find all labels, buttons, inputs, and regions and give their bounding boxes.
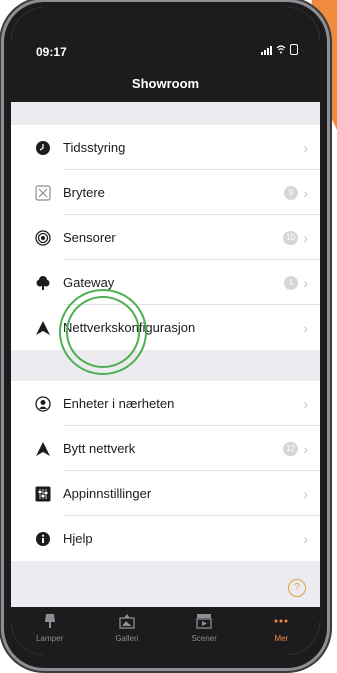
tab-mer[interactable]: Mer — [243, 607, 320, 655]
menu-item-gateway[interactable]: Gateway 1 › — [11, 260, 320, 305]
battery-icon — [290, 44, 298, 55]
menu-item-sensorer[interactable]: Sensorer 10 › — [11, 215, 320, 260]
tab-bar: Lamper Galleri Scener Mer — [11, 607, 320, 655]
gateway-icon — [35, 275, 51, 291]
menu-item-label: Bytt nettverk — [63, 441, 136, 456]
sensor-icon — [35, 229, 51, 246]
menu-item-label: Nettverkskonfigurasjon — [63, 320, 196, 335]
gallery-icon — [119, 613, 135, 629]
app-settings-icon — [35, 486, 51, 502]
menu-item-label: Appinnstillinger — [63, 486, 152, 501]
wifi-icon — [276, 45, 286, 55]
page-title: Showroom — [131, 76, 200, 91]
network-icon — [35, 441, 51, 457]
network-icon — [35, 320, 51, 336]
count-badge: 1 — [284, 275, 298, 290]
menu-item-label: Sensorer — [63, 230, 116, 245]
count-badge: 10 — [283, 230, 298, 245]
chevron-right-icon: › — [303, 184, 308, 201]
nearby-devices-icon — [35, 395, 51, 412]
chevron-right-icon: › — [303, 319, 308, 336]
menu-item-enheter-i-naerheten[interactable]: Enheter i nærheten › — [11, 381, 320, 426]
nav-bar: 09:17 Showroom — [11, 7, 320, 102]
menu-item-label: Hjelp — [63, 531, 93, 546]
menu-item-label: Tidsstyring — [63, 140, 126, 155]
tab-galleri[interactable]: Galleri — [88, 607, 165, 655]
settings-group-1: Tidsstyring › Brytere 9 › Sensorer 10 › — [11, 125, 320, 350]
menu-item-appinnstillinger[interactable]: Appinnstillinger › — [11, 471, 320, 516]
app-screen: 09:17 Showroom Tidsstyring › Brytere 9 ›… — [11, 7, 320, 655]
menu-item-bytt-nettverk[interactable]: Bytt nettverk 12 › — [11, 426, 320, 471]
help-icon[interactable]: ? — [288, 579, 306, 597]
switch-icon — [35, 184, 51, 201]
menu-item-hjelp[interactable]: Hjelp › — [11, 516, 320, 561]
tab-lamper[interactable]: Lamper — [11, 607, 88, 655]
section-spacer — [11, 350, 320, 381]
tab-label: Galleri — [115, 634, 139, 643]
count-badge: 9 — [284, 185, 298, 200]
chevron-right-icon: › — [303, 395, 308, 412]
status-icons — [261, 44, 298, 55]
signal-icon — [261, 45, 272, 55]
menu-item-label: Enheter i nærheten — [63, 396, 175, 411]
footer-area: ? — [11, 561, 320, 607]
chevron-right-icon: › — [303, 530, 308, 547]
chevron-right-icon: › — [303, 440, 308, 457]
section-spacer — [11, 102, 320, 125]
chevron-right-icon: › — [303, 485, 308, 502]
tab-label: Mer — [274, 634, 289, 643]
scene-icon — [196, 613, 212, 629]
chevron-right-icon: › — [303, 139, 308, 156]
status-time: 09:17 — [36, 45, 67, 59]
count-badge: 12 — [283, 441, 298, 456]
menu-item-label: Gateway — [63, 275, 115, 290]
phone-frame: 09:17 Showroom Tidsstyring › Brytere 9 ›… — [4, 2, 327, 668]
menu-item-tidsstyring[interactable]: Tidsstyring › — [11, 125, 320, 170]
chevron-right-icon: › — [303, 274, 308, 291]
menu-item-label: Brytere — [63, 185, 105, 200]
tab-label: Lamper — [36, 634, 64, 643]
lamp-icon — [42, 613, 58, 629]
chevron-right-icon: › — [303, 229, 308, 246]
menu-item-nettverkskonfigurasjon[interactable]: Nettverkskonfigurasjon › — [11, 305, 320, 350]
clock-icon — [35, 140, 51, 156]
tab-label: Scener — [191, 634, 217, 643]
info-icon — [35, 531, 51, 547]
tab-scener[interactable]: Scener — [166, 607, 243, 655]
menu-item-brytere[interactable]: Brytere 9 › — [11, 170, 320, 215]
settings-group-2: Enheter i nærheten › Bytt nettverk 12 › … — [11, 381, 320, 561]
more-icon — [273, 613, 289, 629]
